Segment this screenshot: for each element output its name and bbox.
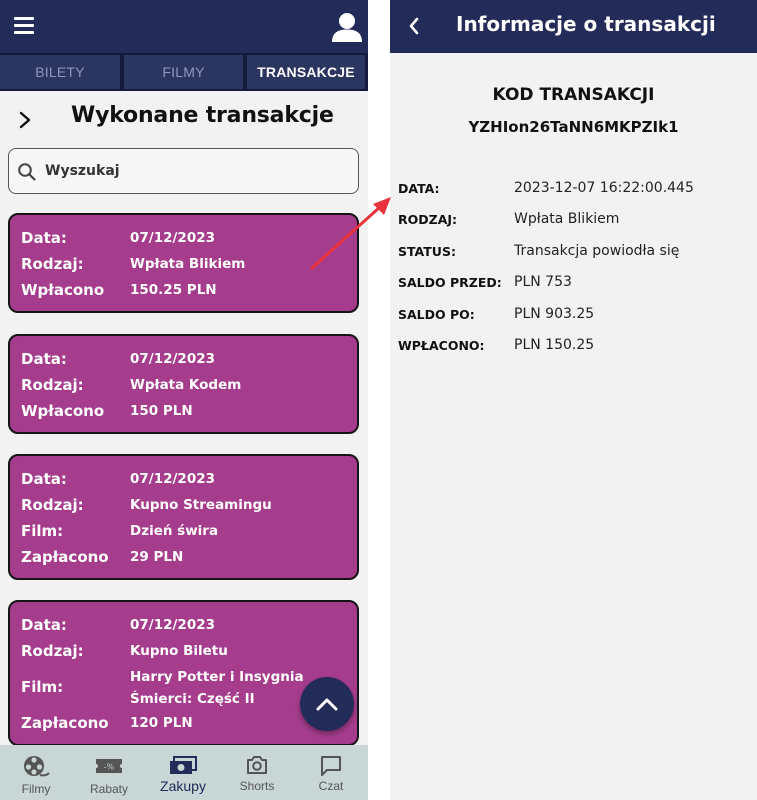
- card-field-value: Kupno Biletu: [130, 643, 228, 659]
- nav-item-rabaty[interactable]: -% Rabaty: [73, 745, 145, 800]
- back-chevron-icon[interactable]: [408, 17, 420, 35]
- chat-icon: [321, 756, 341, 776]
- tab-bar: BILETY FILMY TRANSAKCJE: [0, 53, 368, 91]
- card-field-value: Wpłata Blikiem: [130, 256, 246, 272]
- film-reel-icon: [24, 756, 50, 777]
- search-box[interactable]: [8, 148, 359, 194]
- tab-bilety[interactable]: BILETY: [0, 55, 120, 89]
- card-field-value: Dzień świra: [130, 523, 219, 539]
- card-field-value: 150.25 PLN: [130, 282, 217, 298]
- card-field-label: Rodzaj:: [21, 642, 84, 660]
- card-field-label: Zapłacono: [21, 548, 109, 566]
- transaction-details-screen: Informacje o transakcji KOD TRANSAKCJI Y…: [390, 0, 757, 800]
- card-field-value: 07/12/2023: [130, 617, 216, 633]
- card-field-value: Harry Potter i Insygnia: [130, 669, 304, 685]
- nav-label: Rabaty: [89, 782, 129, 796]
- transaction-card[interactable]: Data: 07/12/2023 Rodzaj: Wpłata Kodem Wp…: [8, 334, 359, 434]
- card-field-label: Data:: [21, 350, 67, 368]
- nav-label: Shorts: [239, 779, 275, 793]
- nav-label: Czat: [318, 779, 344, 793]
- money-icon: [170, 756, 197, 774]
- profile-icon[interactable]: [331, 12, 363, 42]
- card-field-value: 07/12/2023: [130, 471, 216, 487]
- transaction-code-label: KOD TRANSAKCJI: [492, 85, 655, 105]
- card-field-label: Film:: [21, 678, 64, 696]
- chevron-up-icon: [316, 698, 338, 711]
- nav-item-czat[interactable]: Czat: [295, 745, 367, 800]
- card-field-value: Wpłata Kodem: [130, 377, 242, 393]
- card-field-value: Śmierci: Część II: [130, 691, 255, 707]
- transactions-screen: BILETY FILMY TRANSAKCJE Wykonane transak…: [0, 0, 368, 800]
- bottom-navigation: Filmy -% Rabaty Zakupy Shorts Czat: [0, 745, 368, 800]
- tab-filmy[interactable]: FILMY: [124, 55, 243, 89]
- detail-label: RODZAJ:: [398, 212, 458, 227]
- page-title: Wykonane transakcje: [71, 103, 334, 128]
- detail-value: 2023-12-07 16:22:00.445: [514, 180, 694, 196]
- transaction-card[interactable]: Data: 07/12/2023 Rodzaj: Wpłata Blikiem …: [8, 213, 359, 313]
- detail-label: WPŁACONO:: [398, 338, 485, 353]
- card-field-value: 29 PLN: [130, 549, 184, 565]
- transaction-card[interactable]: Data: 07/12/2023 Rodzaj: Kupno Streaming…: [8, 454, 359, 580]
- detail-value: PLN 903.25: [514, 306, 595, 322]
- card-field-value: 150 PLN: [130, 403, 193, 419]
- transaction-card[interactable]: Data: 07/12/2023 Rodzaj: Kupno Biletu Fi…: [8, 600, 359, 746]
- detail-value: Wpłata Blikiem: [514, 211, 620, 227]
- title-row: Wykonane transakcje: [0, 95, 368, 143]
- scroll-to-top-button[interactable]: [300, 677, 354, 731]
- nav-item-shorts[interactable]: Shorts: [221, 745, 293, 800]
- detail-label: STATUS:: [398, 244, 456, 259]
- transaction-code-value: YZHIon26TaNN6MKPZIk1: [468, 118, 679, 136]
- nav-label: Filmy: [21, 782, 51, 796]
- card-field-label: Zapłacono: [21, 714, 109, 732]
- card-field-label: Rodzaj:: [21, 496, 84, 514]
- detail-value: Transakcja powiodła się: [514, 243, 680, 259]
- card-field-value: 120 PLN: [130, 715, 193, 731]
- card-field-label: Wpłacono: [21, 281, 105, 299]
- nav-item-zakupy[interactable]: Zakupy: [147, 745, 219, 800]
- detail-label: SALDO PRZED:: [398, 275, 502, 290]
- card-field-label: Data:: [21, 229, 67, 247]
- discount-ticket-icon: -%: [96, 759, 122, 773]
- details-header: Informacje o transakcji: [390, 0, 757, 53]
- top-app-bar: [0, 0, 368, 53]
- nav-label: Zakupy: [160, 778, 206, 794]
- nav-item-filmy[interactable]: Filmy: [0, 745, 72, 800]
- card-field-label: Data:: [21, 470, 67, 488]
- card-field-value: 07/12/2023: [130, 230, 216, 246]
- card-field-label: Wpłacono: [21, 402, 105, 420]
- camera-icon: [247, 756, 267, 774]
- chevron-right-icon[interactable]: [18, 111, 32, 129]
- detail-label: SALDO PO:: [398, 307, 475, 322]
- search-input[interactable]: [45, 157, 345, 185]
- tab-transakcje[interactable]: TRANSAKCJE: [247, 55, 365, 89]
- card-field-value: Kupno Streamingu: [130, 497, 272, 513]
- card-field-label: Rodzaj:: [21, 376, 84, 394]
- card-field-label: Rodzaj:: [21, 255, 84, 273]
- card-field-label: Data:: [21, 616, 67, 634]
- detail-label: DATA:: [398, 181, 440, 196]
- search-icon: [18, 163, 36, 181]
- card-field-value: 07/12/2023: [130, 351, 216, 367]
- detail-value: PLN 150.25: [514, 337, 595, 353]
- svg-text:-%: -%: [104, 763, 115, 772]
- menu-icon[interactable]: [14, 17, 36, 35]
- detail-value: PLN 753: [514, 274, 572, 290]
- details-title: Informacje o transakcji: [456, 12, 716, 36]
- card-field-label: Film:: [21, 522, 64, 540]
